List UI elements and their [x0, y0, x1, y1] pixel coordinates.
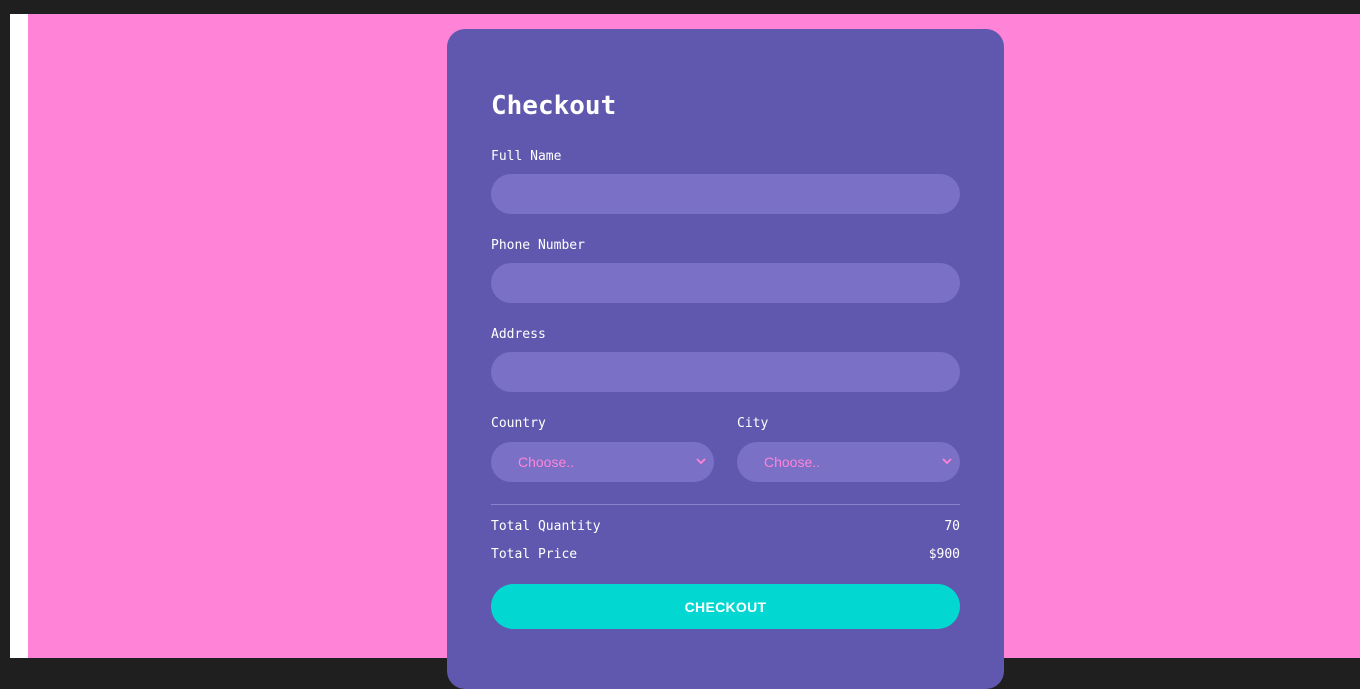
full-name-input[interactable]: [491, 174, 960, 214]
window-top-bar: [0, 0, 1360, 14]
phone-number-input[interactable]: [491, 263, 960, 303]
total-quantity-label: Total Quantity: [491, 519, 601, 534]
page-left-edge: [10, 14, 28, 658]
phone-number-label: Phone Number: [491, 238, 585, 253]
chevron-down-icon: [696, 458, 706, 464]
chevron-down-icon: [942, 458, 952, 464]
address-input[interactable]: [491, 352, 960, 392]
page-background: Checkout Full Name Phone Number Address …: [28, 14, 1360, 689]
checkout-card: Checkout Full Name Phone Number Address …: [447, 29, 1004, 689]
city-select[interactable]: Choose..: [737, 442, 960, 482]
city-label: City: [737, 416, 769, 431]
total-price-value: $900: [928, 547, 960, 562]
checkout-button[interactable]: CHECKOUT: [491, 584, 960, 629]
address-label: Address: [491, 327, 546, 342]
total-price-label: Total Price: [491, 547, 578, 562]
total-quantity-value: 70: [944, 519, 960, 534]
country-label: Country: [491, 416, 546, 431]
country-select[interactable]: Choose..: [491, 442, 714, 482]
country-select-value: Choose..: [518, 454, 575, 470]
page-title: Checkout: [491, 91, 617, 121]
summary-divider: [491, 504, 960, 505]
full-name-label: Full Name: [491, 149, 562, 164]
city-select-value: Choose..: [764, 454, 821, 470]
